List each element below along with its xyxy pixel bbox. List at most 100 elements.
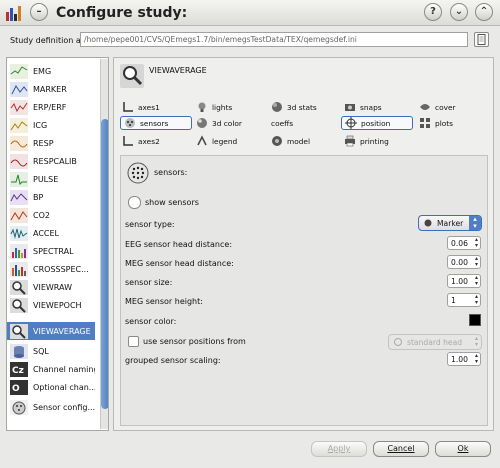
sensor-color-swatch[interactable] (469, 314, 481, 326)
spin-arrows-icon: ▴ ▾ (474, 236, 478, 249)
magnifier-icon (10, 279, 28, 295)
tab-snaps[interactable]: snaps (344, 100, 382, 114)
window-menu-icon[interactable]: – (30, 3, 48, 21)
pulse-icon (10, 171, 28, 187)
grouped-scaling-spinbox[interactable]: 1.00 ▴ ▾ (447, 352, 481, 366)
use-positions-label: use sensor positions from (143, 337, 246, 346)
tab-sensors[interactable]: sensors (120, 116, 192, 130)
erp-icon (10, 99, 28, 115)
maximize-chevron-up-icon[interactable]: ⌃ (475, 3, 493, 21)
sensors-icon (125, 118, 135, 128)
sensors-icon (127, 162, 149, 184)
spin-arrows-icon: ▴ ▾ (474, 255, 478, 268)
legend-icon (197, 135, 207, 146)
scrollbar-thumb[interactable] (101, 119, 108, 409)
window-title: Configure study: (56, 5, 188, 21)
tab-coeffs[interactable]: coeffs (271, 116, 293, 130)
eeg-distance-label: EEG sensor head distance: (125, 240, 233, 249)
printer-icon (345, 135, 355, 147)
magnifier-icon (120, 64, 144, 88)
document-icon (477, 34, 486, 45)
module-item-respcalib[interactable]: RESPCALIB (7, 152, 95, 170)
positions-source-select[interactable]: standard head ▴ ▾ (388, 334, 482, 350)
plots-icon (420, 118, 430, 128)
channel-naming-icon: Cz (10, 361, 28, 377)
module-item-marker[interactable]: MARKER (7, 80, 95, 98)
study-definition-label: Study definition at: (10, 36, 87, 45)
study-definition-field[interactable]: /home/pepe001/CVS/QEmegs1.7/bin/emegsTes… (80, 32, 468, 47)
show-sensors-checkbox[interactable] (128, 196, 141, 209)
ok-button[interactable]: Ok (435, 441, 491, 457)
tab-legend[interactable]: legend (196, 134, 237, 148)
module-item-viewepoch[interactable]: VIEWEPOCH (7, 296, 95, 314)
settings-panel: VIEWAVERAGE axes1 lights 3d stats snaps … (113, 57, 494, 431)
module-item-channel-naming[interactable]: Cz Channel naming (7, 360, 95, 378)
tab-lights[interactable]: lights (196, 100, 232, 114)
tab-axes2[interactable]: axes2 (122, 134, 160, 148)
module-list-scrollbar[interactable] (100, 59, 108, 429)
meg-height-spinbox[interactable]: 1 ▴ ▾ (447, 293, 481, 307)
app-icon (6, 6, 21, 21)
sensor-type-label: sensor type: (125, 220, 175, 229)
spin-arrows-icon: ▴ ▾ (474, 274, 478, 287)
crossspec-icon (10, 261, 28, 277)
bp-icon (10, 189, 28, 205)
sensor-config-icon (10, 399, 28, 415)
grouped-scaling-label: grouped sensor scaling: (125, 356, 221, 365)
tab-printing[interactable]: printing (344, 134, 389, 148)
apply-button[interactable]: Apply (311, 441, 367, 457)
emg-icon (10, 63, 28, 79)
module-item-icg[interactable]: ICG (7, 116, 95, 134)
section-title: VIEWAVERAGE (149, 66, 207, 75)
module-list: EMG MARKER ERP/ERF ICG RESP RESPCALIB PU… (6, 57, 109, 431)
module-item-bp[interactable]: BP (7, 188, 95, 206)
sensor-size-label: sensor size: (125, 278, 173, 287)
module-item-erp-erf[interactable]: ERP/ERF (7, 98, 95, 116)
module-item-viewraw[interactable]: VIEWRAW (7, 278, 95, 296)
module-item-viewaverage[interactable]: VIEWAVERAGE (7, 322, 95, 340)
svg-text:O: O (12, 384, 20, 394)
chevron-updown-icon: ▴ ▾ (474, 335, 478, 348)
use-positions-checkbox[interactable] (128, 336, 139, 347)
cancel-button[interactable]: Cancel (373, 441, 429, 457)
sensor-size-spinbox[interactable]: 1.00 ▴ ▾ (447, 274, 481, 288)
sensor-color-label: sensor color: (125, 317, 177, 326)
tab-position[interactable]: position (341, 116, 413, 130)
optional-channels-icon: O (10, 379, 28, 395)
axes-icon (123, 136, 133, 146)
browse-file-button[interactable] (474, 32, 489, 47)
module-item-resp[interactable]: RESP (7, 134, 95, 152)
module-item-crossspec[interactable]: CROSSSPEC... (7, 260, 95, 278)
minimize-chevron-down-icon[interactable]: ⌄ (450, 3, 468, 21)
module-item-accel[interactable]: ACCEL (7, 224, 95, 242)
respcalib-icon (10, 153, 28, 169)
tab-cover[interactable]: cover (419, 100, 456, 114)
module-item-emg[interactable]: EMG (7, 62, 95, 80)
tab-3d-color[interactable]: 3d color (196, 116, 242, 130)
sensors-header: sensors: (154, 168, 188, 177)
module-item-co2[interactable]: CO2 (7, 206, 95, 224)
camera-icon (345, 104, 355, 111)
module-item-pulse[interactable]: PULSE (7, 170, 95, 188)
module-item-sensor-config[interactable]: Sensor config... (7, 398, 95, 416)
module-item-optional-channels[interactable]: O Optional chan... (7, 378, 95, 396)
module-item-sql[interactable]: SQL (7, 342, 95, 360)
resp-icon (10, 135, 28, 151)
module-item-spectral[interactable]: SPECTRAL (7, 242, 95, 260)
tab-model[interactable]: model (271, 134, 310, 148)
magnifier-icon (10, 323, 28, 339)
model-icon (272, 136, 282, 146)
help-icon[interactable]: ? (424, 3, 442, 21)
sensor-type-select[interactable]: Marker ▴ ▾ (418, 215, 482, 231)
icg-icon (10, 117, 28, 133)
meg-distance-spinbox[interactable]: 0.00 ▴ ▾ (447, 255, 481, 269)
eeg-distance-spinbox[interactable]: 0.06 ▴ ▾ (447, 236, 481, 250)
tab-3d-stats[interactable]: 3d stats (271, 100, 317, 114)
tab-axes1[interactable]: axes1 (122, 100, 160, 114)
chevron-updown-icon: ▴ ▾ (469, 216, 481, 230)
spectral-icon (10, 243, 28, 259)
axes-icon (123, 102, 133, 112)
tab-plots[interactable]: plots (419, 116, 453, 130)
crosshair-icon (345, 117, 357, 129)
title-bar: – Configure study: ? ⌄ ⌃ (0, 0, 500, 26)
